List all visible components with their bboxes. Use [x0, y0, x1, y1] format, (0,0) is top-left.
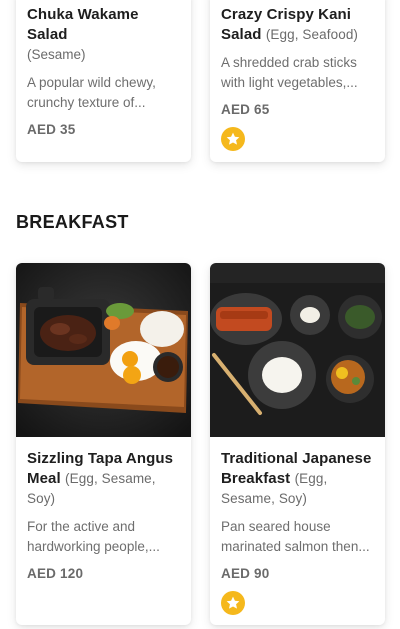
item-price: AED 120 — [27, 566, 84, 581]
item-title: Sizzling Tapa Angus Meal (Egg, Sesame, S… — [27, 450, 174, 506]
menu-card-chuka-wakame-salad[interactable]: Chuka Wakame Salad (Sesame) A popular wi… — [16, 0, 191, 162]
item-description: A popular wild chewy, crunchy texture of… — [27, 75, 156, 110]
item-title: Traditional Japanese Breakfast (Egg, Ses… — [221, 450, 372, 506]
star-icon — [221, 127, 245, 151]
star-icon — [221, 591, 245, 615]
section-title: BREAKFAST — [16, 212, 129, 232]
item-description: A shredded crab sticks with light vegeta… — [221, 55, 358, 90]
food-photo-tapa — [16, 263, 191, 437]
item-price: AED 90 — [221, 566, 270, 581]
item-description: Pan seared house marinated salmon then..… — [221, 519, 370, 554]
menu-card-sizzling-tapa-angus-meal[interactable]: Sizzling Tapa Angus Meal (Egg, Sesame, S… — [16, 263, 191, 625]
menu-card-crazy-crispy-kani-salad[interactable]: Crazy Crispy Kani Salad (Egg, Seafood) A… — [210, 0, 385, 162]
item-title: Crazy Crispy Kani Salad (Egg, Seafood) — [221, 6, 359, 43]
item-title: Chuka Wakame Salad — [27, 6, 139, 43]
food-photo-japanese-breakfast — [210, 263, 385, 437]
item-allergens: (Sesame) — [27, 47, 86, 62]
menu-card-traditional-japanese-breakfast[interactable]: Traditional Japanese Breakfast (Egg, Ses… — [210, 263, 385, 625]
item-price: AED 65 — [221, 102, 270, 117]
item-allergens: (Egg, Seafood) — [265, 27, 359, 42]
item-description: For the active and hardworking people,..… — [27, 519, 160, 554]
item-price: AED 35 — [27, 122, 76, 137]
